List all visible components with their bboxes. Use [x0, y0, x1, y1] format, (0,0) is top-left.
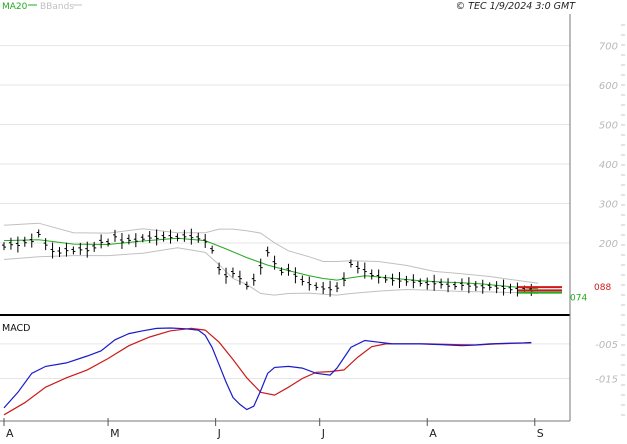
last-marker-label-2: 074: [570, 294, 587, 304]
month-label-5: S: [537, 427, 544, 440]
month-label-1: M: [110, 427, 120, 440]
header-legend: MA20 BBands: [2, 2, 82, 12]
month-label-4: A: [429, 427, 437, 440]
axis-texture-mark-18: [621, 204, 625, 206]
axis-texture-mark-5: [621, 74, 625, 76]
price-tick-label-4: 600: [599, 81, 618, 92]
axis-texture-mark-38: [621, 404, 625, 406]
price-tick-label-3: 500: [599, 121, 618, 132]
axis-texture-mark-1: [621, 34, 625, 36]
axis-texture-mark-16: [621, 184, 625, 186]
axis-texture-mark-19: [621, 214, 625, 216]
axis-texture-mark-22: [621, 244, 625, 246]
price-tick-label-1: 300: [599, 199, 618, 210]
axis-texture-mark-28: [621, 304, 625, 306]
axis-texture-mark-26: [621, 284, 625, 286]
axis-texture-mark-9: [621, 114, 625, 116]
macd-signal-line: [3, 327, 532, 416]
axis-texture-mark-0: [621, 24, 625, 26]
copyright-text: © TEC 1/9/2024 3:0 GMT: [456, 1, 577, 12]
legend-bbands-label: BBands: [40, 2, 74, 12]
axis-texture-mark-27: [621, 294, 625, 296]
price-tick-label-0: 200: [599, 239, 618, 250]
axis-texture-mark-2: [621, 44, 625, 46]
price-tick-label-5: 700: [599, 42, 618, 53]
macd-tick-label-1: -015: [595, 375, 618, 386]
price-panel: [2, 222, 539, 297]
axis-texture-mark-7: [621, 94, 625, 96]
chart-stage: MA20 BBands © TEC 1/9/2024 3:0 GMT MACD …: [0, 0, 627, 440]
axis-texture-mark-13: [621, 154, 625, 156]
axis-texture: [621, 24, 625, 416]
macd-title: MACD: [2, 323, 30, 334]
axis-texture-mark-6: [621, 84, 625, 86]
axis-texture-mark-39: [621, 414, 625, 416]
axis-texture-mark-30: [621, 324, 625, 326]
price-gridlines: [0, 45, 570, 244]
macd-axis-ticks: -005 -015: [595, 340, 618, 386]
axis-texture-mark-37: [621, 394, 625, 396]
price-tick-label-2: 400: [599, 160, 618, 171]
axis-texture-mark-10: [621, 124, 625, 126]
axis-texture-mark-17: [621, 194, 625, 196]
macd-tick-label-0: -005: [595, 340, 618, 351]
axis-texture-mark-21: [621, 234, 625, 236]
axis-texture-mark-14: [621, 164, 625, 166]
axis-texture-mark-11: [621, 134, 625, 136]
axis-texture-mark-24: [621, 264, 625, 266]
axis-texture-mark-35: [621, 374, 625, 376]
axis-texture-mark-23: [621, 254, 625, 256]
axis-texture-mark-31: [621, 334, 625, 336]
legend-ma20-label: MA20: [2, 2, 28, 12]
axis-texture-mark-33: [621, 354, 625, 356]
month-label-0: A: [6, 427, 14, 440]
axis-texture-mark-32: [621, 344, 625, 346]
axis-texture-mark-29: [621, 314, 625, 316]
axis-texture-mark-36: [621, 384, 625, 386]
ma20-line: [3, 237, 539, 290]
last-marker-label-0: 088: [594, 283, 611, 293]
month-label-2: J: [217, 427, 221, 440]
month-label-3: J: [321, 427, 325, 440]
axis-texture-mark-12: [621, 144, 625, 146]
axis-texture-mark-25: [621, 274, 625, 276]
macd-gridlines: [0, 343, 570, 380]
price-axis-ticks: 200 300 400 500 600 700: [599, 42, 618, 250]
last-value-markers: 088 074: [518, 283, 611, 304]
axis-texture-mark-15: [621, 174, 625, 176]
chart-svg: MA20 BBands © TEC 1/9/2024 3:0 GMT MACD …: [0, 1, 625, 440]
macd-line: [3, 327, 532, 411]
axis-texture-mark-20: [621, 224, 625, 226]
axis-texture-mark-3: [621, 54, 625, 56]
axis-texture-mark-8: [621, 104, 625, 106]
macd-panel: [3, 327, 532, 416]
bband-upper-line: [3, 222, 539, 284]
axis-texture-mark-34: [621, 364, 625, 366]
bband-lower-line: [3, 247, 539, 296]
axis-texture-mark-4: [621, 64, 625, 66]
